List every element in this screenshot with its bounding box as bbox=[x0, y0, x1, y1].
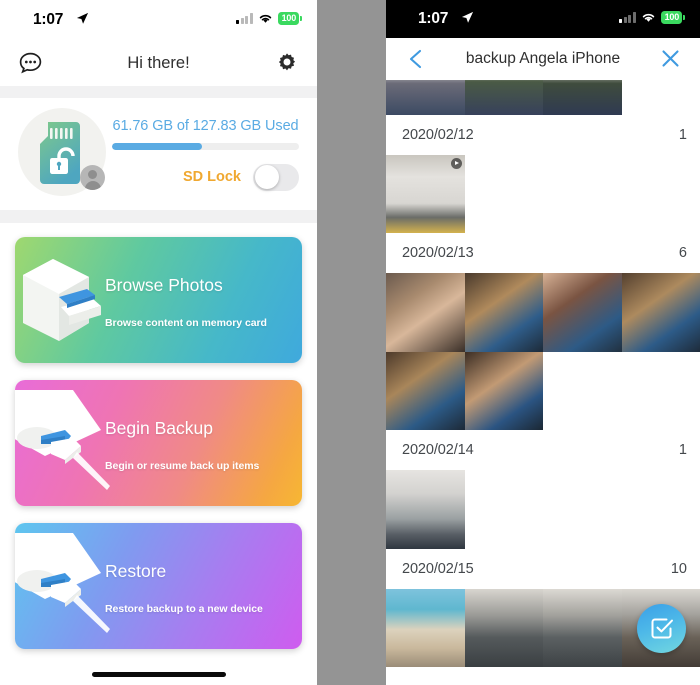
sd-lock-row: SD Lock bbox=[112, 163, 299, 191]
photo-thumbnail[interactable] bbox=[543, 80, 622, 115]
location-arrow-icon bbox=[76, 12, 89, 24]
gear-icon[interactable] bbox=[275, 51, 299, 75]
section-divider bbox=[0, 86, 317, 98]
wifi-icon bbox=[259, 14, 271, 23]
date-header: 2020/02/12 1 bbox=[386, 114, 700, 155]
date-count: 1 bbox=[678, 126, 687, 143]
date-count: 1 bbox=[678, 442, 687, 458]
home-indicator[interactable] bbox=[91, 672, 226, 677]
toggle-knob bbox=[254, 165, 279, 189]
photo-thumbnail[interactable] bbox=[386, 154, 465, 233]
photo-thumbnail[interactable] bbox=[464, 273, 543, 352]
cellular-signal-icon bbox=[236, 13, 253, 24]
card-title: Restore bbox=[105, 561, 167, 581]
storage-card: 61.76 GB of 127.83 GB Used SD Lock bbox=[0, 98, 317, 210]
page-title: Hi there! bbox=[127, 53, 190, 72]
lightning-cable-icon bbox=[15, 533, 110, 633]
check-square-icon bbox=[651, 618, 673, 639]
photo-thumbnail[interactable] bbox=[386, 470, 465, 549]
photo-thumbnail[interactable] bbox=[464, 588, 543, 667]
status-indicators: 100 bbox=[236, 12, 302, 25]
card-title: Begin Backup bbox=[105, 418, 213, 438]
photo-thumbnail[interactable] bbox=[543, 273, 622, 352]
video-badge-icon bbox=[450, 157, 462, 169]
left-status-bar: 1:07 100 bbox=[0, 0, 317, 40]
date-label: 2020/02/13 bbox=[402, 245, 474, 261]
status-indicators: 100 bbox=[619, 11, 685, 24]
photo-thumbnail[interactable] bbox=[386, 273, 465, 352]
backup-title: backup Angela iPhone bbox=[465, 50, 621, 67]
photo-thumbnail[interactable] bbox=[464, 351, 543, 430]
begin-backup-card[interactable]: Begin Backup Begin or resume back up ite… bbox=[15, 380, 302, 506]
card-subtitle: Restore backup to a new device bbox=[105, 603, 263, 615]
location-arrow-icon bbox=[461, 11, 474, 23]
date-header: 2020/02/14 1 bbox=[386, 430, 700, 470]
chat-bubble-icon[interactable] bbox=[18, 51, 43, 76]
panel-gap bbox=[317, 0, 386, 685]
left-phone-app: 1:07 100 Hi there! 61.76 GB of 127.83 GB… bbox=[0, 0, 317, 685]
date-label: 2020/02/14 bbox=[402, 442, 474, 458]
photo-row bbox=[386, 154, 700, 233]
section-divider-2 bbox=[0, 210, 317, 223]
close-x-icon[interactable] bbox=[661, 49, 680, 68]
sd-card-illustration bbox=[12, 104, 112, 204]
screenshot-root: 1:07 100 Hi there! 61.76 GB of 127.83 GB… bbox=[0, 0, 700, 685]
card-title: Browse Photos bbox=[105, 275, 223, 295]
chevron-left-icon[interactable] bbox=[406, 48, 425, 70]
status-time: 1:07 bbox=[33, 11, 64, 28]
restore-card[interactable]: Restore Restore backup to a new device bbox=[15, 523, 302, 649]
user-avatar-icon bbox=[80, 165, 105, 190]
wifi-icon bbox=[642, 13, 654, 22]
photo-thumbnail[interactable] bbox=[386, 80, 465, 115]
date-label: 2020/02/15 bbox=[402, 560, 474, 577]
photo-thumbnail[interactable] bbox=[386, 351, 465, 430]
lightning-cable-icon bbox=[15, 390, 110, 490]
card-reader-icon bbox=[23, 259, 101, 341]
right-phone-app: 1:07 100 backup Angela iPhone 2020/02/12… bbox=[386, 0, 700, 685]
select-confirm-fab[interactable] bbox=[637, 604, 686, 653]
battery-indicator: 100 bbox=[277, 12, 302, 25]
date-header: 2020/02/15 10 bbox=[386, 548, 700, 589]
right-nav-bar: backup Angela iPhone bbox=[386, 38, 700, 80]
cellular-signal-icon bbox=[619, 12, 636, 23]
right-status-bar: 1:07 100 bbox=[386, 0, 700, 38]
battery-indicator: 100 bbox=[660, 11, 685, 24]
status-time: 1:07 bbox=[418, 10, 449, 27]
photo-timeline[interactable]: 2020/02/12 1 2020/02/13 6 2020/02/14 1 2… bbox=[386, 80, 700, 685]
sd-card-unlocked-icon bbox=[40, 122, 80, 184]
photo-thumbnail[interactable] bbox=[386, 588, 465, 667]
storage-progress-bar bbox=[112, 142, 299, 150]
date-header: 2020/02/13 6 bbox=[386, 233, 700, 273]
card-subtitle: Browse content on memory card bbox=[105, 317, 267, 329]
left-nav-bar: Hi there! bbox=[0, 40, 317, 86]
date-label: 2020/02/12 bbox=[402, 126, 474, 143]
storage-details: 61.76 GB of 127.83 GB Used SD Lock bbox=[112, 118, 317, 191]
card-subtitle: Begin or resume back up items bbox=[105, 460, 260, 472]
photo-row bbox=[386, 470, 700, 549]
date-count: 6 bbox=[678, 245, 687, 261]
action-cards: Browse Photos Browse content on memory c… bbox=[0, 223, 317, 649]
sd-lock-label: SD Lock bbox=[182, 169, 241, 185]
sd-lock-toggle[interactable] bbox=[253, 163, 299, 191]
photo-thumbnail[interactable] bbox=[621, 273, 700, 352]
photo-thumbnail[interactable] bbox=[464, 80, 543, 115]
storage-used-label: 61.76 GB of 127.83 GB Used bbox=[112, 117, 299, 134]
date-count: 10 bbox=[670, 560, 687, 577]
photo-thumbnail[interactable] bbox=[543, 588, 622, 667]
storage-progress-fill bbox=[112, 142, 202, 150]
photo-row bbox=[386, 273, 700, 430]
photo-row-partial bbox=[386, 80, 700, 115]
browse-photos-card[interactable]: Browse Photos Browse content on memory c… bbox=[15, 237, 302, 363]
